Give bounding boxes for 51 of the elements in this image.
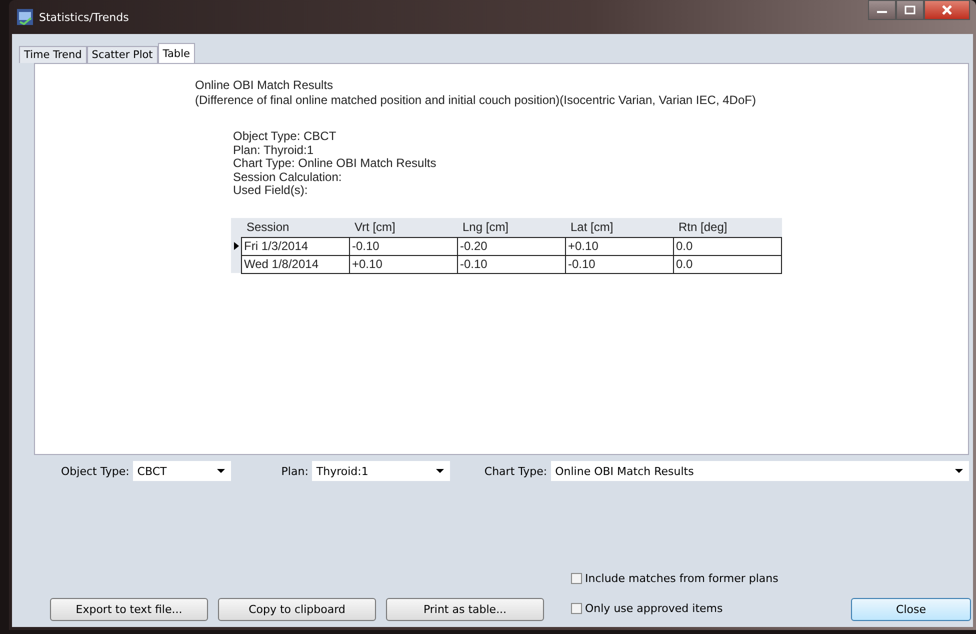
detail-line: Plan: Thyroid:1	[233, 144, 314, 157]
column-header: Vrt [cm]	[350, 218, 458, 237]
minimize-button[interactable]	[868, 0, 896, 20]
checkbox[interactable]	[571, 573, 582, 584]
checkbox-label: Include matches from former plans	[585, 572, 778, 585]
checkbox-label: Only use approved items	[585, 602, 723, 615]
table-cell: Wed 1/8/2014	[242, 255, 350, 273]
table-cell: Fri 1/3/2014	[242, 237, 350, 255]
detail-line: Session Calculation:	[233, 170, 343, 184]
table-cell: -0.10	[458, 255, 566, 273]
detail-line: Object Type: CBCT	[233, 130, 338, 144]
action-button[interactable]: Print as table...	[386, 598, 544, 621]
maximize-icon	[904, 5, 916, 15]
table-cell: +0.10	[566, 237, 674, 255]
table-cell: 0.0	[674, 237, 782, 255]
detail-line: Used Field(s):	[233, 184, 309, 198]
tab[interactable]: Time Trend	[19, 46, 87, 63]
detail-line: Chart Type: Online OBI Match Results	[233, 157, 438, 170]
column-header: Session	[242, 218, 350, 237]
dropdown[interactable]: CBCT	[133, 461, 232, 481]
close-window-button[interactable]	[924, 0, 970, 20]
close-button[interactable]: Close	[851, 598, 971, 621]
caret-icon	[436, 469, 444, 473]
column-header: Rtn [deg]	[674, 218, 782, 237]
window-title: Statistics/Trends	[39, 10, 129, 24]
row-header[interactable]	[231, 255, 242, 273]
table-cell: -0.10	[350, 237, 458, 255]
caret-icon	[955, 469, 963, 473]
table-cell: 0.0	[674, 255, 782, 273]
report-title: Online OBI Match Results	[195, 78, 334, 93]
action-button[interactable]: Copy to clipboard	[218, 598, 376, 621]
table-cell: -0.20	[458, 237, 566, 255]
tab[interactable]: Table	[158, 43, 195, 63]
tab[interactable]: Scatter Plot	[86, 46, 158, 63]
table-cell: -0.10	[566, 255, 674, 273]
dropdown[interactable]: Thyroid:1	[312, 461, 450, 481]
caret-icon	[217, 469, 226, 473]
column-header: Lng [cm]	[458, 218, 566, 237]
app-icon	[17, 9, 33, 25]
dropdown[interactable]: Online OBI Match Results	[551, 461, 969, 481]
action-button[interactable]: Export to text file...	[50, 598, 208, 621]
checkbox[interactable]	[571, 603, 582, 614]
filter-label: Chart Type:	[484, 464, 548, 478]
maximize-button[interactable]	[896, 0, 924, 20]
table-cell: +0.10	[350, 255, 458, 273]
filter-label: Plan:	[281, 464, 308, 478]
close-icon	[941, 4, 953, 16]
filter-label: Object Type:	[61, 464, 130, 478]
row-pointer-icon	[234, 242, 238, 250]
report-subtitle: (Difference of final online matched position and initial couch position)(Isocentric Varian, Varian IEC, 4DoF)	[195, 93, 757, 108]
column-header: Lat [cm]	[566, 218, 674, 237]
